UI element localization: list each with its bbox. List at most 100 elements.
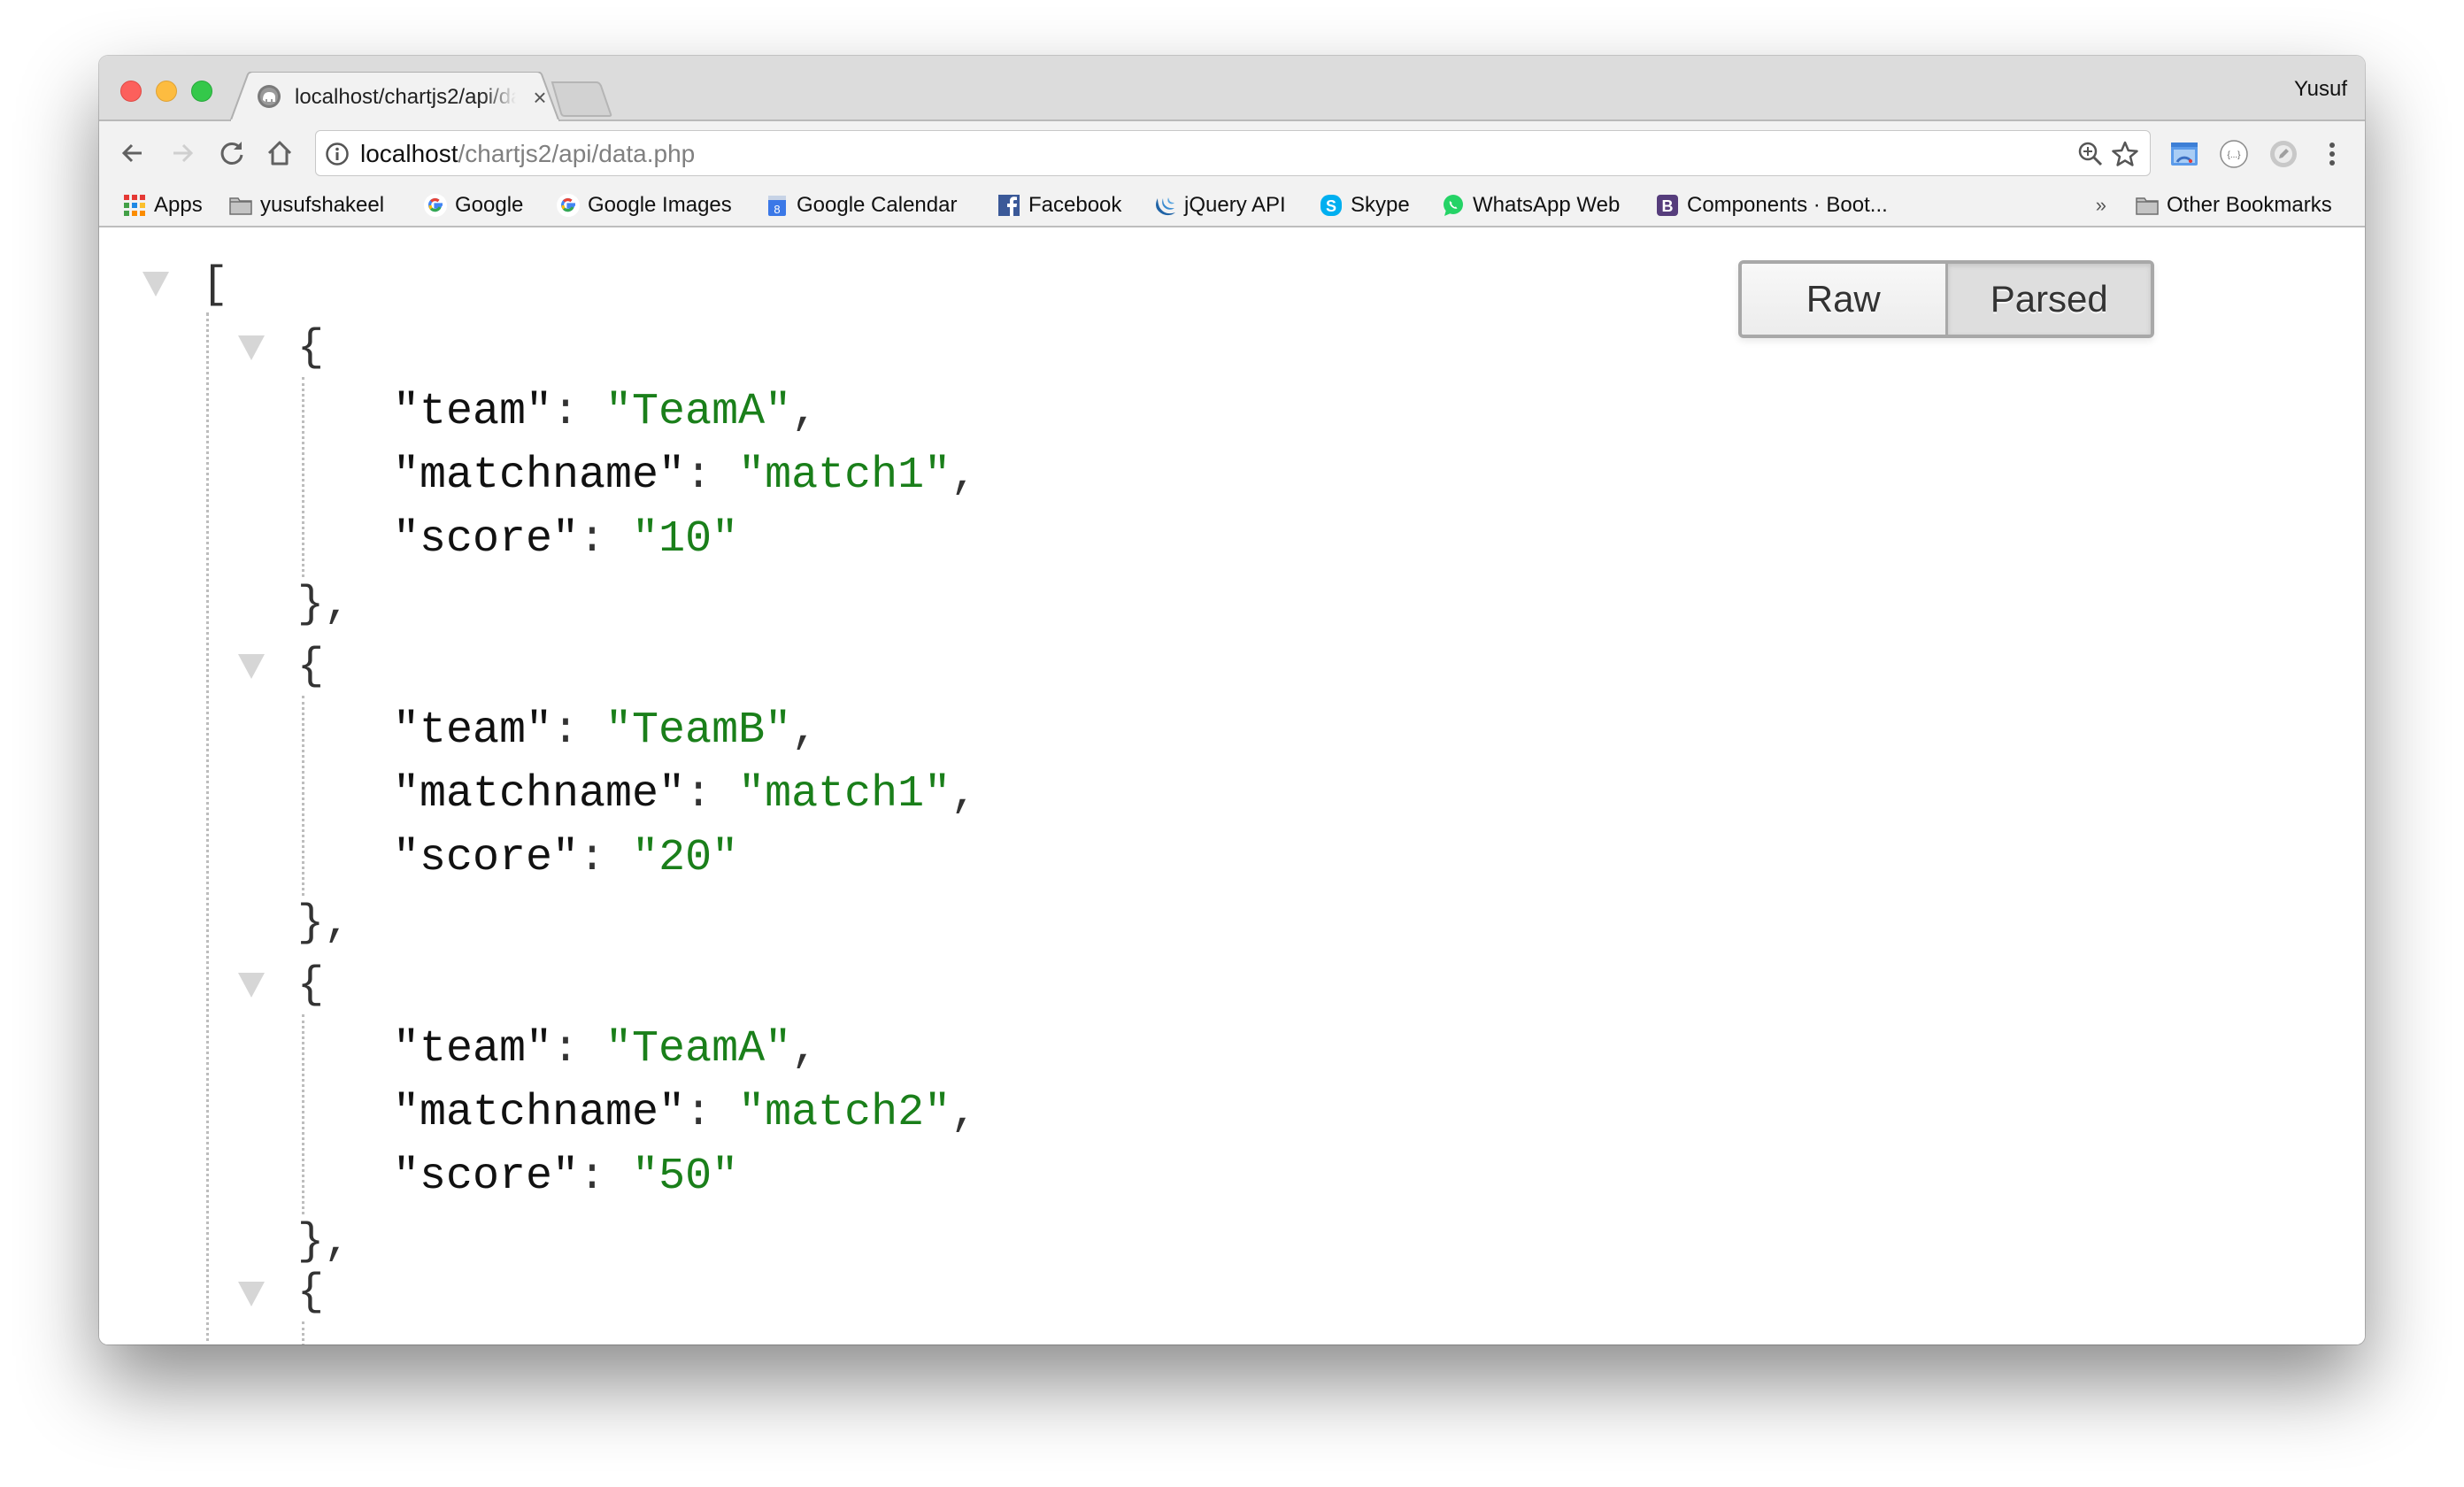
site-info-icon[interactable] <box>325 142 350 166</box>
property-key: "matchname" <box>393 769 686 820</box>
property-value: "match1" <box>738 769 951 820</box>
bookmark-jquery-api[interactable]: jQuery API <box>1152 190 1286 220</box>
tab-title: localhost/chartjs2/api/data.php <box>295 85 516 109</box>
bookmark-label: Google <box>455 193 524 217</box>
object-guide-line <box>302 377 304 577</box>
forward-button[interactable] <box>165 135 200 171</box>
php-elephant-icon <box>258 85 281 108</box>
bookmarks-bar: Apps yusufshakeel Google Google Images 8… <box>99 185 2365 227</box>
parsed-view-button[interactable]: Parsed <box>1947 264 2151 335</box>
tab-strip: localhost/chartjs2/api/data.php × Yusuf <box>99 56 2365 123</box>
collapse-object-toggle[interactable] <box>237 653 266 680</box>
triangle-down-icon <box>238 335 265 360</box>
collapse-array-toggle[interactable] <box>142 271 170 297</box>
bootstrap-icon: B <box>1657 195 1678 216</box>
folder-icon <box>2136 197 2159 215</box>
back-button[interactable] <box>115 135 150 171</box>
property-key: "team" <box>393 1024 553 1075</box>
bookmark-apps[interactable]: Apps <box>122 190 203 220</box>
reload-icon <box>220 142 243 165</box>
json-property-matchname: "matchname": "match1", <box>393 769 978 820</box>
window-minimize-button[interactable] <box>156 81 177 102</box>
bookmark-star-icon[interactable] <box>2111 140 2139 168</box>
property-key: "matchname" <box>393 1088 686 1138</box>
bookmarks-overflow-chevron[interactable]: » <box>2096 190 2106 220</box>
whatsapp-icon <box>1444 195 1463 216</box>
raw-view-button[interactable]: Raw <box>1742 264 1948 335</box>
pagespeed-extension-icon[interactable] <box>2169 139 2199 169</box>
folder-icon <box>229 197 252 215</box>
skype-icon: S <box>1321 195 1342 216</box>
menu-icon[interactable] <box>2317 139 2347 169</box>
collapse-object-toggle[interactable] <box>237 972 266 998</box>
url-path: /chartjs2/api/data.php <box>458 140 696 167</box>
bookmark-label: jQuery API <box>1184 193 1286 217</box>
object-close-brace: }, <box>297 1217 351 1267</box>
property-value: "50" <box>632 1152 739 1202</box>
object-open-brace: { <box>297 323 325 374</box>
collapse-object-toggle[interactable] <box>237 1281 266 1307</box>
property-key: "score" <box>393 833 580 883</box>
reload-button[interactable] <box>214 135 250 171</box>
object-open-brace: { <box>297 642 325 692</box>
svg-text:8: 8 <box>774 203 780 216</box>
edit-extension-icon[interactable] <box>2268 139 2298 169</box>
facebook-icon <box>998 195 1020 216</box>
calendar-icon: 8 <box>768 196 786 216</box>
bookmark-google[interactable]: Google <box>423 190 523 220</box>
bookmark-label: Google Calendar <box>797 193 958 217</box>
property-key: "team" <box>393 387 553 437</box>
other-bookmarks-label: Other Bookmarks <box>2167 193 2332 217</box>
browser-tab-active[interactable]: localhost/chartjs2/api/data.php × <box>230 72 563 123</box>
object-close-brace: }, <box>297 580 351 630</box>
svg-text:{...}: {...} <box>2227 150 2241 160</box>
jquery-icon <box>1156 197 1175 216</box>
bookmark-whatsapp-web[interactable]: WhatsApp Web <box>1441 190 1620 220</box>
triangle-down-icon <box>238 1282 265 1306</box>
json-property-team: "team": "TeamA", <box>393 1024 819 1075</box>
tab-close-button[interactable]: × <box>529 83 551 112</box>
home-button[interactable] <box>262 135 297 171</box>
array-open-bracket: [ <box>202 260 229 311</box>
property-value: "10" <box>632 514 739 565</box>
bookmark-label: Facebook <box>1028 193 1122 217</box>
bookmark-google-images[interactable]: Google Images <box>556 190 732 220</box>
json-viewer: Raw Parsed [ { "team": "TeamA", "matchname… <box>99 227 2365 1344</box>
triangle-down-icon <box>238 973 265 998</box>
zoom-icon[interactable] <box>2077 141 2104 167</box>
url-text[interactable]: localhost/chartjs2/api/data.php <box>360 138 695 170</box>
window-close-button[interactable] <box>120 81 142 102</box>
window-maximize-button[interactable] <box>191 81 212 102</box>
json-property-score: "score": "50" <box>393 1152 739 1202</box>
triangle-down-icon <box>142 272 169 297</box>
triangle-down-icon <box>238 654 265 679</box>
toolbar: localhost/chartjs2/api/data.php {...} <box>99 121 2365 185</box>
json-property-matchname: "matchname": "match2", <box>393 1088 978 1138</box>
other-bookmarks-folder[interactable]: Other Bookmarks <box>2135 190 2332 220</box>
google-icon <box>424 194 447 217</box>
property-value: "20" <box>632 833 739 883</box>
new-tab-button[interactable] <box>551 81 612 118</box>
bookmark-label: Google Images <box>588 193 732 217</box>
bookmark-google-calendar[interactable]: 8 Google Calendar <box>765 190 957 220</box>
bookmark-folder-yusufshakeel[interactable]: yusufshakeel <box>228 190 384 220</box>
bookmark-skype[interactable]: S Skype <box>1319 190 1410 220</box>
bookmark-label: Components · Boot... <box>1687 193 1888 217</box>
bookmark-facebook[interactable]: Facebook <box>997 190 1121 220</box>
svg-text:S: S <box>1326 197 1336 215</box>
property-value: "TeamB" <box>605 705 792 756</box>
address-bar[interactable]: localhost/chartjs2/api/data.php <box>315 130 2151 176</box>
bookmark-bootstrap-components[interactable]: B Components · Boot... <box>1655 190 1888 220</box>
browser-window: localhost/chartjs2/api/data.php × Yusuf <box>99 56 2365 1344</box>
property-value: "match1" <box>738 451 951 501</box>
json-property-score: "score": "20" <box>393 833 739 883</box>
profile-name[interactable]: Yusuf <box>2294 75 2347 104</box>
object-guide-line <box>302 1014 304 1214</box>
url-host: localhost <box>360 140 458 167</box>
object-guide-line <box>302 1321 304 1344</box>
collapse-object-toggle[interactable] <box>237 335 266 361</box>
property-value: "match2" <box>738 1088 951 1138</box>
property-key: "team" <box>393 705 553 756</box>
bookmark-label: WhatsApp Web <box>1473 193 1621 217</box>
json-viewer-extension-icon[interactable]: {...} <box>2219 139 2249 169</box>
